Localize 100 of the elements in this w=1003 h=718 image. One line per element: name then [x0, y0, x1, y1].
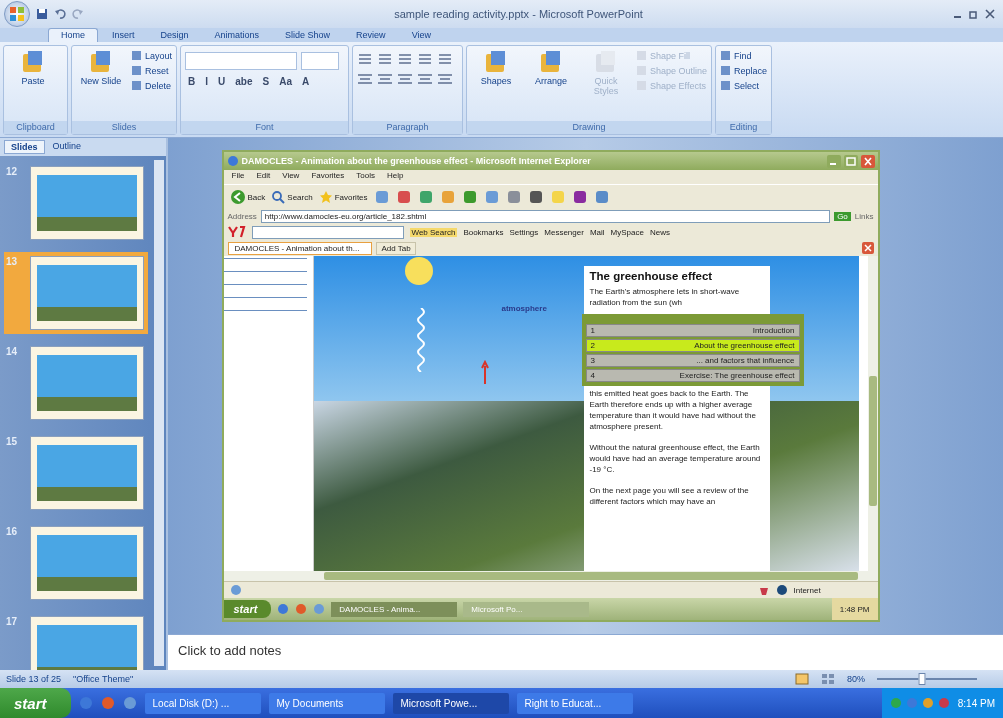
ribbon-small-button[interactable]: Reset	[131, 65, 173, 76]
menu-item[interactable]: Edit	[256, 171, 271, 183]
toolbar-icon[interactable]	[417, 189, 434, 205]
zoom-slider-thumb[interactable]	[918, 673, 926, 685]
font-format-button[interactable]: S	[259, 76, 273, 87]
font-format-button[interactable]: abe	[232, 76, 256, 87]
taskbar-button[interactable]: Right to Educat...	[516, 692, 633, 714]
ribbon-tab[interactable]: Slide Show	[273, 29, 343, 42]
chapter-item[interactable]: 3 ... and factors that influence	[585, 354, 800, 367]
taskbar-button[interactable]: Local Disk (D:) ...	[144, 692, 261, 714]
ribbon-tab[interactable]: Home	[48, 28, 98, 42]
close-tab-icon[interactable]	[861, 242, 874, 254]
close-icon[interactable]	[985, 9, 995, 19]
links-button[interactable]: Links	[854, 212, 874, 221]
yahoo-toolbar-button[interactable]: Web Search	[409, 227, 458, 237]
normal-view-icon[interactable]	[795, 673, 809, 685]
quick-launch-icon[interactable]	[78, 696, 93, 710]
close-icon[interactable]	[860, 154, 875, 168]
align-icon[interactable]	[417, 72, 434, 86]
tray-icon[interactable]	[921, 697, 934, 709]
ribbon-small-button[interactable]: Layout	[131, 50, 173, 61]
undo-icon[interactable]	[54, 8, 66, 20]
restore-icon[interactable]	[969, 9, 979, 19]
align-icon[interactable]	[437, 72, 454, 86]
maximize-icon[interactable]	[843, 154, 858, 168]
font-name-field[interactable]	[185, 52, 298, 70]
quick-launch-icon[interactable]	[100, 696, 115, 710]
search-field[interactable]	[251, 225, 404, 239]
chapter-item[interactable]: 4 Exercise: The greenhouse effect	[585, 369, 800, 382]
quick-launch-icon[interactable]	[122, 696, 137, 710]
list-icon[interactable]	[437, 52, 454, 66]
align-icon[interactable]	[357, 72, 374, 86]
start-button[interactable]: start	[223, 600, 272, 618]
tray-icon[interactable]	[937, 697, 950, 709]
quick-launch-icon[interactable]	[277, 603, 290, 615]
slide-sorter-icon[interactable]	[821, 673, 835, 685]
toolbar-icon[interactable]	[505, 189, 522, 205]
go-button[interactable]: Go	[834, 212, 851, 221]
taskbar-button[interactable]: My Documents	[268, 692, 385, 714]
list-icon[interactable]	[377, 52, 394, 66]
chapter-item[interactable]: 1 Introduction	[585, 324, 800, 337]
yahoo-toolbar-button[interactable]: Bookmarks	[463, 227, 504, 237]
ribbon-small-button[interactable]: Find	[720, 50, 768, 61]
panel-tab[interactable]: Outline	[46, 140, 88, 154]
toolbar-icon[interactable]	[395, 189, 412, 205]
ribbon-button[interactable]: Shapes	[471, 48, 522, 88]
yahoo-toolbar-button[interactable]: Messenger	[544, 227, 584, 237]
list-icon[interactable]	[357, 52, 374, 66]
scrollbar[interactable]	[223, 571, 878, 581]
ribbon-small-button[interactable]: Delete	[131, 80, 173, 91]
chapter-item[interactable]: 2 About the greenhouse effect	[585, 339, 800, 352]
panel-tab[interactable]: Slides	[4, 140, 45, 154]
font-format-button[interactable]: I	[202, 76, 212, 87]
browser-tab[interactable]: DAMOCLES - Animation about th...	[227, 241, 373, 255]
quick-launch-icon[interactable]	[295, 603, 308, 615]
toolbar-icon[interactable]	[571, 189, 588, 205]
ribbon-tab[interactable]: Design	[148, 29, 201, 42]
toolbar-icon[interactable]	[527, 189, 544, 205]
office-button[interactable]	[4, 1, 30, 27]
menu-item[interactable]: View	[282, 171, 300, 183]
yahoo-toolbar-button[interactable]: Mail	[589, 227, 605, 237]
font-format-button[interactable]: U	[215, 76, 229, 87]
ribbon-button[interactable]: Arrange	[526, 48, 577, 88]
ribbon-tab[interactable]: View	[399, 29, 443, 42]
yahoo-toolbar-button[interactable]: Settings	[509, 227, 539, 237]
toolbar-button[interactable]: Search	[271, 190, 313, 204]
ribbon-button[interactable]: New Slide	[76, 48, 126, 88]
minimize-icon[interactable]	[826, 154, 841, 168]
add-tab-button[interactable]: Add Tab	[376, 241, 416, 255]
scrollbar[interactable]	[154, 160, 164, 666]
quick-launch-icon[interactable]	[313, 603, 326, 615]
toolbar-icon[interactable]	[461, 189, 478, 205]
menu-item[interactable]: Help	[387, 171, 404, 183]
address-field[interactable]: http://www.damocles-eu.org/article_182.shtml	[260, 210, 831, 223]
menu-item[interactable]: File	[231, 171, 245, 183]
font-size-field[interactable]	[301, 52, 340, 70]
list-icon[interactable]	[417, 52, 434, 66]
ribbon-tab[interactable]: Review	[344, 29, 398, 42]
save-icon[interactable]	[36, 8, 48, 20]
toolbar-button[interactable]: Favorites	[318, 190, 368, 204]
yahoo-toolbar-button[interactable]: News	[649, 227, 670, 237]
font-format-button[interactable]: B	[185, 76, 199, 87]
list-icon[interactable]	[397, 52, 414, 66]
ribbon-button[interactable]: Paste	[8, 48, 58, 88]
ribbon-tab[interactable]: Animations	[202, 29, 272, 42]
notes-field[interactable]: Click to add notes	[168, 634, 1003, 670]
ribbon-small-button[interactable]: Select	[720, 80, 768, 91]
ribbon-small-button[interactable]: Replace	[720, 65, 768, 76]
font-format-button[interactable]: A	[299, 76, 313, 87]
font-format-button[interactable]: Aa	[276, 76, 295, 87]
taskbar-button[interactable]: Microsoft Powe...	[392, 692, 509, 714]
menu-item[interactable]: Favorites	[311, 171, 345, 183]
scrollbar[interactable]	[867, 256, 878, 571]
redo-icon[interactable]	[72, 8, 84, 20]
toolbar-button[interactable]: Back	[229, 189, 266, 205]
ribbon-tab[interactable]: Insert	[100, 29, 147, 42]
toolbar-icon[interactable]	[593, 189, 610, 205]
yahoo-toolbar-button[interactable]: MySpace	[610, 227, 644, 237]
menu-item[interactable]: Tools	[356, 171, 375, 183]
taskbar-button[interactable]: DAMOCLES - Anima...	[331, 601, 458, 617]
